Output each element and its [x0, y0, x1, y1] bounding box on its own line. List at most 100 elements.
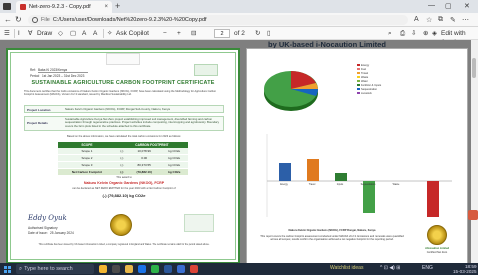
date-value: 25 January 2024 — [50, 231, 74, 235]
rotate-icon[interactable]: ↻ — [255, 29, 260, 38]
scope-unit: kg CO2e — [160, 161, 188, 169]
search-placeholder: Type here to search — [24, 266, 73, 272]
scope-name: Scope 3 — [58, 161, 116, 169]
draw-icon[interactable]: ∀ — [28, 29, 32, 38]
search-icon[interactable]: ⌕ — [388, 29, 392, 38]
close-window-button[interactable]: ✕ — [464, 2, 470, 10]
zoom-in-button[interactable]: + — [177, 29, 181, 38]
read-aloud-icon[interactable]: A — [414, 16, 419, 23]
report-summary-title: Nakuru Kelvin Organic Gardens (NKOG), FC… — [288, 229, 376, 232]
app-icon[interactable] — [151, 265, 159, 273]
report-seal-label: i-Nocaution Limited — [424, 247, 450, 250]
search-icon: ⌕ — [19, 265, 23, 272]
signer-title: Authorised Signatory — [28, 226, 58, 230]
page-number-input[interactable]: 2 — [214, 29, 230, 38]
address-bar-row: ← ↻ File C:/Users/user/Downloads/Net%20z… — [0, 13, 478, 27]
legend-label: Waste — [361, 75, 369, 79]
taskbar: ⌕ Type here to search Watchlist ideas ^ … — [0, 263, 478, 275]
extensions-icon[interactable]: ✎ — [450, 16, 456, 24]
app-icon[interactable] — [177, 265, 185, 273]
minimize-button[interactable]: — — [428, 2, 435, 9]
fit-page-icon[interactable]: ⊟ — [191, 29, 196, 38]
legend-swatch — [357, 79, 360, 83]
ref-underline — [38, 72, 88, 73]
weather-widget[interactable]: Watchlist ideas — [330, 265, 363, 271]
new-tab-button[interactable]: + — [115, 2, 120, 11]
maximize-button[interactable]: ▢ — [445, 2, 452, 10]
language-indicator[interactable]: ENG — [422, 265, 433, 271]
certificate-intro: This document certifies that the GHG emi… — [24, 90, 217, 97]
task-view-icon[interactable] — [112, 265, 120, 273]
tab-title: Net-zero-9.2.3 - Copy.pdf — [29, 4, 91, 10]
bar-category-label: Sequestration — [360, 183, 376, 186]
draw-button[interactable]: Draw — [37, 29, 52, 38]
edge-browser-icon[interactable] — [138, 265, 146, 273]
toolbar-divider — [103, 29, 104, 38]
translate-icon[interactable]: A — [93, 29, 97, 38]
favorite-icon[interactable]: ☆ — [426, 16, 432, 24]
side-panel-badge[interactable] — [468, 210, 478, 220]
highlight-icon[interactable]: ǀ — [18, 29, 20, 38]
clock[interactable]: 18:59 15-03-2025 — [453, 264, 477, 274]
total-row: Net Carbon Footprint (-) (79,882.10) kg … — [58, 168, 188, 176]
vertical-scrollbar[interactable] — [471, 40, 478, 263]
tab-close-button[interactable]: × — [104, 4, 108, 10]
pdf-viewport[interactable]: by UK-based i-Nocaution Limited Ref: Bab… — [0, 40, 478, 263]
table-row: Scope 2 (-) 0.00 kg CO2e — [58, 154, 188, 162]
scope-value: 0.00 — [127, 154, 161, 162]
erase-icon[interactable]: ◇ — [58, 29, 63, 38]
save-as-icon[interactable]: ⊕ — [423, 29, 428, 38]
tab-pdf[interactable]: Net-zero-9.2.3 - Copy.pdf × — [16, 1, 112, 13]
word-icon[interactable] — [164, 265, 172, 273]
tray-icons[interactable]: ^ ⊡ ◀) ⊞ — [380, 265, 400, 271]
text-icon[interactable]: A — [82, 29, 86, 38]
legend-swatch — [357, 71, 360, 75]
award-value: (-) (79,882.10) kg CO2e — [102, 193, 146, 198]
start-tile — [4, 266, 8, 270]
zoom-out-button[interactable]: − — [163, 29, 167, 38]
scrollbar-thumb[interactable] — [472, 58, 476, 78]
start-tile — [7, 269, 11, 273]
print-icon[interactable]: ⎙ — [400, 29, 405, 38]
period-label: Period — [30, 74, 40, 78]
start-button[interactable] — [4, 266, 11, 273]
collections-icon[interactable]: ⧉ — [438, 16, 443, 24]
url-field[interactable]: File C:/Users/user/Downloads/Net%20zero-… — [28, 15, 408, 25]
accreditation-logo — [184, 214, 214, 232]
legend-label: Energy — [361, 63, 370, 67]
report-page: Energy Fuel Travel Waste Water Fertilize… — [246, 48, 468, 263]
acrobat-icon[interactable]: ◈ — [432, 29, 437, 38]
tab-strip: Net-zero-9.2.3 - Copy.pdf × + — ▢ ✕ — [0, 0, 478, 13]
chrome-icon[interactable] — [190, 265, 198, 273]
image-icon[interactable]: ▢ — [70, 29, 76, 38]
report-summary-body: This report covers the carbon footprint … — [260, 235, 404, 242]
contents-icon[interactable]: ☰ — [4, 29, 10, 38]
total-label: Net Carbon Footprint — [58, 168, 116, 176]
widgets-icon[interactable] — [99, 265, 107, 273]
legend-item: Livestock — [357, 91, 447, 95]
bar-category-label: Waste — [392, 183, 400, 186]
browser-menu-icon[interactable] — [3, 3, 11, 10]
bar-category-label: Inputs — [336, 183, 344, 186]
period-value: 1st Jan 2023 – 31st Dec 2023 — [42, 74, 85, 78]
bar-category-label: Energy — [280, 183, 288, 186]
scope-table: SCOPE CARBON FOOTPRINT Scope 1 (-) 10,07… — [58, 142, 188, 176]
ask-copilot-button[interactable]: Ask Copilot — [116, 29, 149, 38]
certificate-seal — [110, 214, 132, 236]
save-icon[interactable]: ⇩ — [411, 29, 416, 38]
refresh-icon[interactable]: ↻ — [15, 15, 22, 24]
page-view-icon[interactable]: ▯ — [267, 29, 271, 38]
bar-inputs — [335, 173, 347, 181]
more-menu-icon[interactable]: ⋯ — [462, 16, 469, 24]
back-icon[interactable]: ← — [4, 15, 12, 24]
legend-label: Livestock — [361, 91, 372, 95]
table-row: Scope 3 (-) 80,373.55 kg CO2e — [58, 161, 188, 169]
scope-sign: (-) — [115, 161, 128, 169]
info-icon[interactable] — [32, 17, 38, 23]
scope-sign: (-) — [115, 154, 128, 162]
copilot-icon[interactable]: ✧ — [107, 29, 112, 38]
taskbar-search[interactable]: ⌕ Type here to search — [16, 264, 94, 274]
bar-net — [427, 181, 439, 217]
file-explorer-icon[interactable] — [125, 265, 133, 273]
legend-label: Sequestration — [361, 87, 378, 91]
